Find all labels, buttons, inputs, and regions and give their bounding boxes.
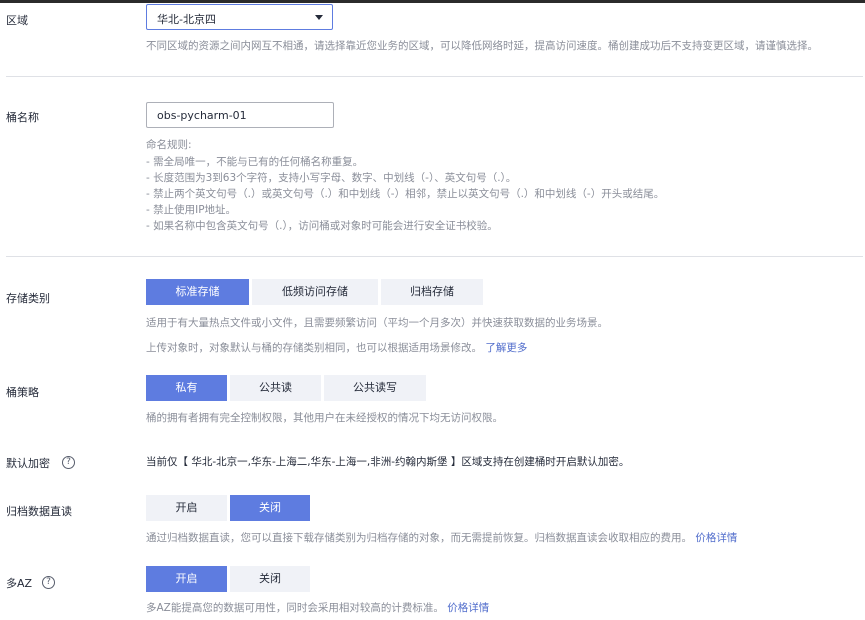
storage-class-hint: 适用于有大量热点文件或小文件，且需要频繁访问（平均一个月多次）并快速获取数据的业… <box>146 317 608 329</box>
multi-az-off-option[interactable]: 关闭 <box>230 566 310 592</box>
naming-rule-item: - 禁止使用IP地址。 <box>146 204 237 216</box>
region-select[interactable]: 华北-北京四 <box>146 4 333 30</box>
help-icon[interactable]: ? <box>42 576 55 589</box>
naming-rules-title: 命名规则: <box>146 139 192 151</box>
storage-class-hint-secondary: 上传对象时，对象默认与桶的存储类别相同，也可以根据适用场景修改。 了解更多 <box>146 340 527 357</box>
storage-class-hint-text: 上传对象时，对象默认与桶的存储类别相同，也可以根据适用场景修改。 <box>146 342 482 354</box>
policy-public-read-option[interactable]: 公共读 <box>230 375 321 401</box>
archive-direct-read-off-option[interactable]: 关闭 <box>230 495 310 521</box>
price-details-link[interactable]: 价格详情 <box>695 532 737 544</box>
region-select-value: 华北-北京四 <box>157 13 216 26</box>
storage-class-label: 存储类别 <box>6 292 50 305</box>
price-details-link[interactable]: 价格详情 <box>447 602 489 614</box>
divider <box>6 256 863 257</box>
bucket-policy-hint: 桶的拥有者拥有完全控制权限，其他用户在未经授权的情况下均无访问权限。 <box>146 412 503 424</box>
multi-az-label: 多AZ <box>6 577 33 590</box>
naming-rule-item: - 禁止两个英文句号（.）或英文句号（.）和中划线（-）相邻，禁止以英文句号（.… <box>146 188 665 200</box>
policy-public-read-write-option[interactable]: 公共读写 <box>324 375 426 401</box>
archive-direct-read-label: 归档数据直读 <box>6 505 72 518</box>
naming-rule-item: - 需全局唯一，不能与已有的任何桶名称重复。 <box>146 156 364 168</box>
bucket-name-input[interactable]: obs-pycharm-01 <box>146 102 334 128</box>
region-hint: 不同区域的资源之间内网互不相通，请选择靠近您业务的区域，可以降低网络时延，提高访… <box>146 40 818 52</box>
naming-rule-item: - 长度范围为3到63个字符，支持小写字母、数字、中划线（-）、英文句号（.）。 <box>146 172 517 184</box>
storage-class-archive-option[interactable]: 归档存储 <box>381 279 483 305</box>
help-icon[interactable]: ? <box>62 456 75 469</box>
default-encryption-text: 当前仅【 华北-北京一,华东-上海二,华东-上海一,非洲-约翰内斯堡 】区域支持… <box>146 456 630 468</box>
policy-private-option[interactable]: 私有 <box>146 375 227 401</box>
region-label: 区域 <box>6 14 28 27</box>
naming-rule-item: - 如果名称中包含英文句号（.），访问桶或对象时可能会进行安全证书校验。 <box>146 220 498 232</box>
chevron-down-icon[interactable] <box>315 15 323 20</box>
bucket-name-value: obs-pycharm-01 <box>157 109 247 122</box>
archive-direct-read-hint-text: 通过归档数据直读，您可以直接下载存储类别为归档存储的对象，而无需提前恢复。归档数… <box>146 532 692 544</box>
learn-more-link[interactable]: 了解更多 <box>485 342 527 354</box>
multi-az-on-option[interactable]: 开启 <box>146 566 227 592</box>
divider <box>6 76 863 77</box>
multi-az-hint-text: 多AZ能提高您的数据可用性，同时会采用相对较高的计费标准。 <box>146 602 444 614</box>
storage-class-infrequent-option[interactable]: 低频访问存储 <box>252 279 378 305</box>
default-encryption-label: 默认加密 <box>6 457 50 470</box>
archive-direct-read-on-option[interactable]: 开启 <box>146 495 227 521</box>
bucket-policy-label: 桶策略 <box>6 386 39 399</box>
bucket-name-label: 桶名称 <box>6 111 39 124</box>
storage-class-standard-option[interactable]: 标准存储 <box>146 279 249 305</box>
multi-az-hint: 多AZ能提高您的数据可用性，同时会采用相对较高的计费标准。 价格详情 <box>146 600 489 617</box>
archive-direct-read-hint: 通过归档数据直读，您可以直接下载存储类别为归档存储的对象，而无需提前恢复。归档数… <box>146 530 737 547</box>
top-bar <box>0 0 865 3</box>
